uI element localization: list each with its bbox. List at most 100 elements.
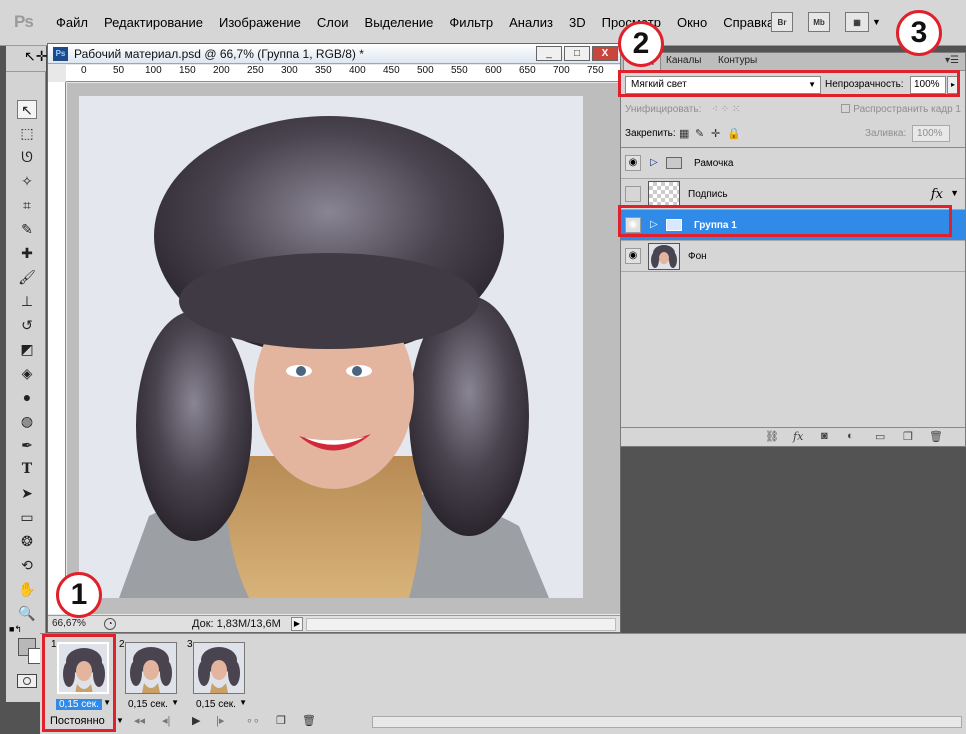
horizontal-ruler: 0 50 100 150 200 250 300 350 400 450 500… [66, 65, 620, 82]
minibridge-button[interactable]: Mb [808, 12, 830, 32]
fx-icon[interactable]: fx [931, 187, 943, 202]
menu-3d[interactable]: 3D [569, 15, 586, 30]
animation-controls: Постоянно ▼ ◂◂ ◂| ▶ |▸ ∘∘ ❐ 🗑 [40, 711, 966, 733]
shape-tool-icon[interactable]: ▭ [17, 508, 37, 527]
type-tool-icon[interactable]: T [17, 460, 37, 479]
status-menu-arrow-icon[interactable]: ▶ [291, 617, 303, 631]
lock-label: Закрепить: [625, 128, 676, 139]
menu-filter[interactable]: Фильтр [449, 15, 493, 30]
panel-menu-icon[interactable]: ▾☰ [945, 55, 959, 66]
menu-help[interactable]: Справка [723, 15, 774, 30]
fx-icon[interactable]: fx [793, 430, 803, 443]
stamp-tool-icon[interactable]: ⊥ [17, 292, 37, 311]
healing-brush-icon[interactable]: ✚ [17, 244, 37, 263]
canvas-photo[interactable] [79, 96, 583, 598]
previous-frame-icon[interactable]: ◂| [162, 714, 170, 727]
unify-icons[interactable]: ⁖ ⁘ ⁙ [712, 104, 740, 115]
crop-tool-icon[interactable]: ⌗ [17, 196, 37, 215]
zoom-preview-icon[interactable]: ◔ [104, 618, 116, 630]
chevron-down-icon[interactable]: ▼ [950, 188, 959, 198]
link-icon[interactable]: ⛓ [765, 430, 779, 443]
play-icon[interactable]: ▶ [192, 714, 200, 727]
bucket-tool-icon[interactable]: ◈ [17, 364, 37, 383]
fill-field[interactable]: 100% [912, 125, 950, 142]
move-tool-icon[interactable]: ↖ [17, 100, 37, 119]
chevron-down-icon[interactable]: ▼ [116, 716, 124, 725]
lock-transparency-icon[interactable]: ▦ [679, 127, 689, 140]
canvas-area[interactable] [67, 83, 620, 614]
first-frame-icon[interactable]: ◂◂ [134, 714, 145, 727]
horizontal-scrollbar[interactable] [306, 618, 616, 631]
trash-icon[interactable]: 🗑 [929, 430, 943, 443]
menu-file[interactable]: Файл [56, 15, 88, 30]
minimize-button[interactable]: _ [536, 46, 562, 61]
bridge-button[interactable]: Br [771, 12, 793, 32]
hand-tool-icon[interactable]: ✋ [17, 580, 37, 599]
quick-mask-icon[interactable] [17, 674, 37, 688]
brush-tool-icon[interactable]: 🖌 [17, 268, 37, 287]
mask-icon[interactable]: ◙ [821, 430, 828, 442]
tab-channels[interactable]: Каналы [666, 55, 702, 66]
highlight-frame-1 [42, 634, 116, 732]
tab-paths[interactable]: Контуры [718, 55, 757, 66]
screen-mode-dropdown-icon[interactable]: ▼ [872, 17, 881, 27]
3d-orbit-tool-icon[interactable]: ⟲ [17, 556, 37, 575]
new-frame-icon[interactable]: ❐ [276, 714, 286, 727]
delete-frame-icon[interactable]: 🗑 [302, 714, 316, 727]
lasso-tool-icon[interactable]: ᘎ [17, 148, 37, 167]
eye-icon[interactable]: ◉ [625, 248, 641, 264]
lock-position-icon[interactable]: ✛ [711, 127, 720, 140]
layers-panel: Слои Каналы Контуры ▾☰ Мягкий свет ▼ Неп… [620, 52, 966, 447]
expand-triangle-icon[interactable]: ▷ [650, 157, 658, 168]
path-select-tool-icon[interactable]: ➤ [17, 484, 37, 503]
menu-edit[interactable]: Редактирование [104, 15, 203, 30]
frame-delay[interactable]: 0,15 сек. [128, 699, 168, 710]
next-frame-icon[interactable]: |▸ [216, 714, 224, 727]
new-layer-icon[interactable]: ❐ [903, 430, 913, 443]
menu-bar: Ps Файл Редактирование Изображение Слои … [0, 0, 966, 46]
zoom-tool-icon[interactable]: 🔍 [17, 604, 37, 623]
propagate-frame-checkbox[interactable]: Распространить кадр 1 [841, 104, 961, 115]
eye-hidden-icon[interactable] [625, 186, 641, 202]
menu-window[interactable]: Окно [677, 15, 707, 30]
screen-mode-icon[interactable]: ▦ [845, 12, 869, 32]
eye-icon[interactable]: ◉ [625, 155, 641, 171]
animation-frame-2[interactable]: 2 0,15 сек. ▼ [118, 639, 180, 711]
adjustment-icon[interactable]: ◐ [847, 430, 854, 442]
menu-analysis[interactable]: Анализ [509, 15, 553, 30]
default-colors-icon[interactable]: ■↰ [9, 624, 22, 635]
document-titlebar[interactable]: Ps Рабочий материал.psd @ 66,7% (Группа … [48, 44, 620, 64]
lock-all-icon[interactable]: 🔒 [727, 127, 741, 140]
dodge-tool-icon[interactable]: ◍ [17, 412, 37, 431]
menu-layers[interactable]: Слои [317, 15, 349, 30]
frame-delay[interactable]: 0,15 сек. [196, 699, 236, 710]
ruler-tick: 500 [417, 65, 434, 76]
animation-scrollbar[interactable] [372, 716, 962, 728]
chevron-down-icon[interactable]: ▼ [171, 698, 179, 707]
eraser-tool-icon[interactable]: ◩ [17, 340, 37, 359]
move-tool-icon[interactable]: ↖✛ [24, 48, 47, 65]
eyedropper-tool-icon[interactable]: ✎ [17, 220, 37, 239]
document-title: Рабочий материал.psd @ 66,7% (Группа 1, … [74, 47, 364, 61]
layer-name: Рамочка [694, 158, 734, 169]
tween-icon[interactable]: ∘∘ [246, 714, 260, 727]
quick-select-tool-icon[interactable]: ✧ [17, 172, 37, 191]
pen-tool-icon[interactable]: ✒ [17, 436, 37, 455]
history-brush-icon[interactable]: ↺ [17, 316, 37, 335]
document-window: Ps Рабочий материал.psd @ 66,7% (Группа … [47, 43, 621, 633]
blur-tool-icon[interactable]: ● [17, 388, 37, 407]
3d-rotate-tool-icon[interactable]: ❂ [17, 532, 37, 551]
zoom-field[interactable]: 66,67% [52, 618, 100, 631]
chevron-down-icon[interactable]: ▼ [239, 698, 247, 707]
menu-select[interactable]: Выделение [365, 15, 434, 30]
maximize-button[interactable]: □ [564, 46, 590, 61]
lock-pixels-icon[interactable]: ✎ [695, 127, 704, 140]
layer-row-frame[interactable]: ◉ ▷ Рамочка [621, 148, 965, 179]
menu-image[interactable]: Изображение [219, 15, 301, 30]
marquee-tool-icon[interactable]: ⬚ [17, 124, 37, 143]
animation-frame-3[interactable]: 3 0,15 сек. ▼ [186, 639, 248, 711]
highlight-blend-mode [618, 70, 960, 97]
close-button[interactable]: X [592, 46, 618, 61]
layer-row-background[interactable]: ◉ Фон [621, 241, 965, 272]
new-group-icon[interactable]: ▭ [875, 430, 885, 443]
